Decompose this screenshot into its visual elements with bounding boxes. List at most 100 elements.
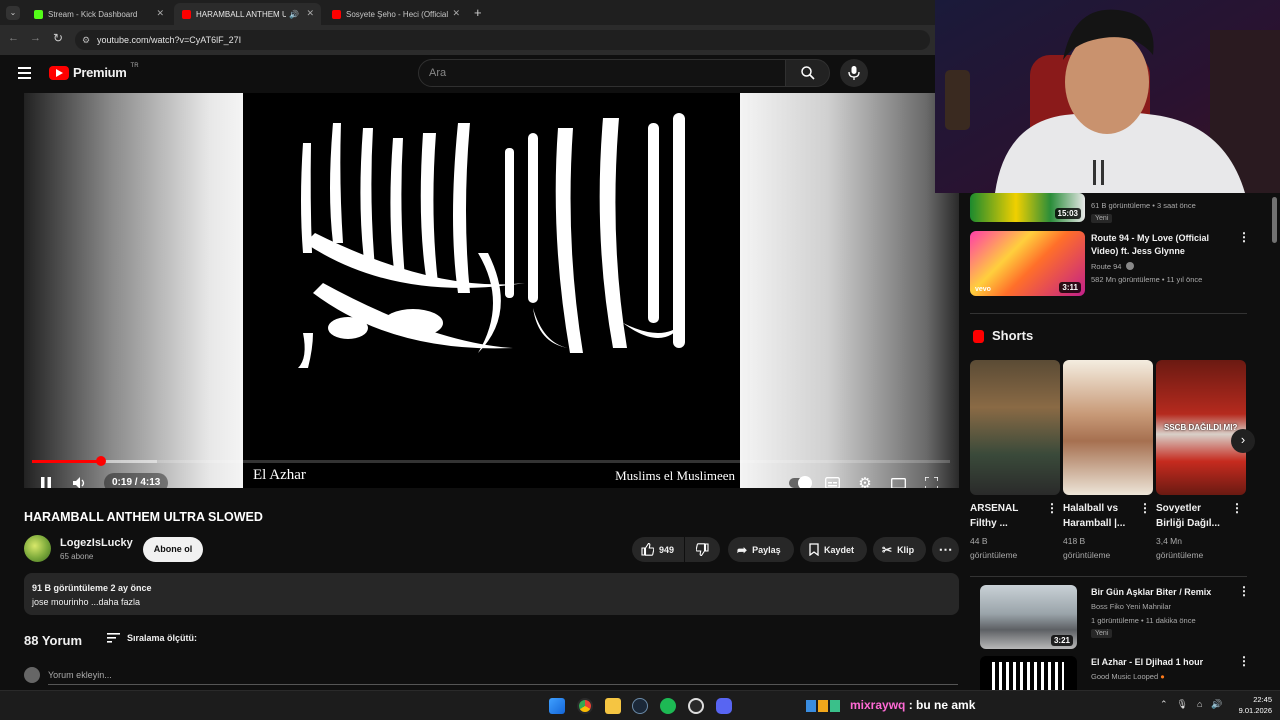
- description-text: jose mourinho ...daha fazla: [32, 597, 141, 607]
- subtitles-button[interactable]: [822, 473, 842, 488]
- short-title[interactable]: ARSENAL Filthy ...: [970, 501, 1018, 531]
- recommended-title[interactable]: Bir Gün Aşklar Biter / Remix: [1091, 586, 1211, 599]
- sidebar-scrollbar[interactable]: [1272, 197, 1277, 243]
- more-vertical-icon[interactable]: ⋮: [1238, 655, 1250, 667]
- comment-input-underline: [48, 684, 958, 685]
- tab-youtube-sosyete[interactable]: Sosyete Şeho - Heci (Official Music Vide…: [324, 3, 467, 25]
- subtitles-icon: [824, 477, 840, 488]
- close-tab-icon[interactable]: ✕: [452, 8, 460, 19]
- short-thumbnail[interactable]: SSCB DAĞILDI MI?: [1156, 360, 1246, 495]
- views-line: 418 B: [1063, 536, 1086, 546]
- steam-icon[interactable]: [632, 698, 648, 714]
- logo-region: TR: [130, 62, 139, 69]
- chrome-icon[interactable]: [577, 698, 593, 714]
- voice-search-button[interactable]: [840, 59, 868, 87]
- video-player[interactable]: El Azhar Muslims el Muslimeen 0:19 / 4:1…: [24, 93, 959, 488]
- short-title[interactable]: Halalball vs Haramball |...: [1063, 501, 1125, 531]
- pause-button[interactable]: [36, 473, 56, 488]
- tab-list-chevron-icon[interactable]: ⌄: [6, 6, 20, 20]
- divider: [970, 313, 1247, 314]
- recommended-title[interactable]: Route 94 - My Love (Official Video) ft. …: [1091, 232, 1241, 258]
- more-vertical-icon[interactable]: ⋮: [1231, 502, 1243, 514]
- scissors-icon: ✂: [882, 542, 893, 557]
- more-vertical-icon[interactable]: ⋮: [1238, 231, 1250, 243]
- subscribe-button[interactable]: Abone ol: [143, 537, 203, 562]
- volume-tray-icon[interactable]: 🔊: [1211, 699, 1222, 710]
- back-icon[interactable]: ←: [8, 32, 19, 44]
- video-duration: 3:11: [1059, 282, 1081, 293]
- recommended-thumbnail[interactable]: vevo 3:11: [970, 231, 1085, 296]
- short-title[interactable]: Sovyetler Birliği Dağıl...: [1156, 501, 1220, 531]
- theater-mode-button[interactable]: [888, 473, 908, 488]
- channel-avatar[interactable]: [24, 535, 51, 562]
- tab-youtube-current[interactable]: HARAMBALL ANTHEM ULTRA SLOWED 🔊 ✕: [174, 3, 321, 25]
- more-actions-button[interactable]: ⋯: [932, 537, 959, 562]
- share-button[interactable]: ➦ Paylaş: [728, 537, 794, 562]
- title-line: Birliği Dağıl...: [1156, 518, 1220, 529]
- more-vertical-icon[interactable]: ⋮: [1046, 502, 1058, 514]
- recommended-title[interactable]: El Azhar - El Djihad 1 hour: [1091, 656, 1203, 669]
- close-tab-icon[interactable]: ✕: [306, 8, 314, 19]
- like-button[interactable]: 949: [632, 537, 684, 562]
- settings-button[interactable]: ⚙: [855, 473, 875, 488]
- autoplay-toggle[interactable]: [788, 473, 812, 488]
- views-line: görüntüleme: [1063, 550, 1111, 560]
- file-explorer-icon[interactable]: [605, 698, 621, 714]
- dislike-button[interactable]: [685, 537, 720, 562]
- recommended-channel[interactable]: Boss Fiko Yeni Mahnilar: [1091, 601, 1171, 613]
- recommended-meta: 1 görüntüleme • 11 dakika önce: [1091, 616, 1196, 625]
- reload-icon[interactable]: ↻: [53, 31, 63, 45]
- user-avatar: [24, 667, 40, 683]
- save-button[interactable]: Kaydet: [800, 537, 867, 562]
- obs-icon[interactable]: [688, 698, 704, 714]
- youtube-logo[interactable]: Premium TR: [49, 62, 139, 80]
- clip-button[interactable]: ✂ Klip: [873, 537, 926, 562]
- url-text: youtube.com/watch?v=CyAT6lF_27I: [97, 35, 242, 45]
- taskbar-clock[interactable]: 22:45 9.01.2026: [1234, 694, 1272, 716]
- audio-playing-icon[interactable]: 🔊: [289, 10, 299, 19]
- more-horizontal-icon: ⋯: [938, 541, 953, 557]
- search-input[interactable]: Ara: [418, 59, 786, 87]
- youtube-header: Premium TR Ara: [0, 55, 935, 93]
- volume-button[interactable]: [70, 473, 90, 488]
- shorts-next-button[interactable]: ›: [1231, 429, 1255, 453]
- recommended-thumbnail[interactable]: 3:21: [980, 585, 1077, 649]
- forward-icon[interactable]: →: [30, 32, 41, 44]
- recommended-thumbnail[interactable]: [980, 656, 1077, 690]
- add-comment-placeholder: Yorum ekleyin...: [48, 670, 112, 680]
- discord-icon[interactable]: [716, 698, 732, 714]
- recommended-channel[interactable]: Route 94: [1091, 261, 1134, 273]
- short-thumbnail[interactable]: [970, 360, 1060, 495]
- player-background-left: [24, 93, 243, 488]
- short-thumbnail[interactable]: [1063, 360, 1153, 495]
- menu-icon[interactable]: [18, 67, 31, 79]
- sort-comments-button[interactable]: Sıralama ölçütü:: [107, 633, 197, 643]
- recommended-channel[interactable]: Good Music Looped ●: [1091, 671, 1165, 683]
- add-comment-field[interactable]: Yorum ekleyin...: [24, 667, 112, 683]
- view-count-date: 91 B görüntüleme 2 ay önce: [32, 583, 152, 593]
- search-button[interactable]: [785, 59, 830, 87]
- close-tab-icon[interactable]: ✕: [156, 8, 164, 19]
- channel-name[interactable]: LogezIsLucky: [60, 537, 133, 549]
- more-vertical-icon[interactable]: ⋮: [1238, 585, 1250, 597]
- more-vertical-icon[interactable]: ⋮: [1139, 502, 1151, 514]
- youtube-play-logo-icon: [49, 65, 69, 80]
- network-icon[interactable]: ⌂: [1197, 699, 1202, 710]
- tab-title: HARAMBALL ANTHEM ULTRA SLOWED: [196, 9, 286, 19]
- save-label: Kaydet: [824, 544, 855, 555]
- new-tab-button[interactable]: +: [474, 5, 482, 20]
- webcam-person-image: [935, 0, 1280, 193]
- windows-start-icon[interactable]: [549, 698, 565, 714]
- description-box[interactable]: 91 B görüntüleme 2 ay önce jose mourinho…: [24, 573, 959, 615]
- chevron-right-icon: ›: [1240, 432, 1246, 447]
- recommended-thumbnail[interactable]: 15:03: [970, 193, 1085, 222]
- progress-bar[interactable]: [32, 456, 950, 466]
- progress-scrubber-handle[interactable]: [96, 456, 106, 466]
- address-field[interactable]: ⚙ youtube.com/watch?v=CyAT6lF_27I: [75, 30, 930, 50]
- fullscreen-button[interactable]: [921, 473, 941, 488]
- chevron-up-icon[interactable]: ⌃: [1160, 699, 1168, 710]
- tab-kick-dashboard[interactable]: Stream - Kick Dashboard ✕: [26, 3, 171, 25]
- spotify-icon[interactable]: [660, 698, 676, 714]
- microphone-tray-icon[interactable]: 🎙: [1177, 699, 1188, 710]
- site-info-icon[interactable]: ⚙: [82, 30, 90, 50]
